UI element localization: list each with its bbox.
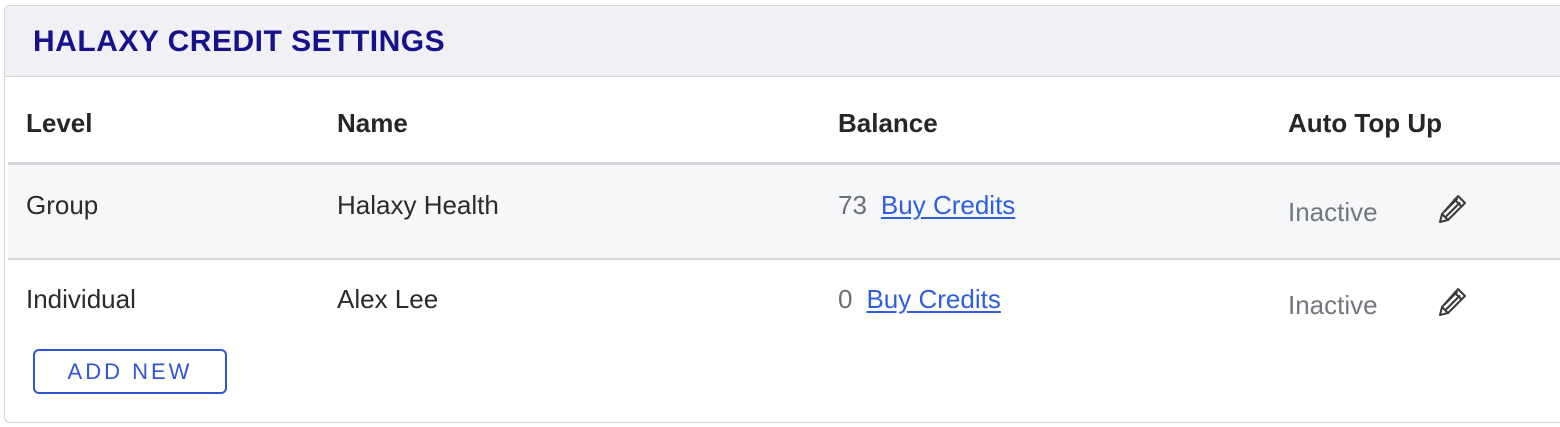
credit-settings-panel: HALAXY CREDIT SETTINGS Level Name Balanc…	[4, 5, 1560, 423]
column-header-name: Name	[337, 108, 408, 138]
pencil-icon[interactable]	[1434, 191, 1470, 227]
pencil-icon[interactable]	[1434, 284, 1470, 320]
auto-top-up-status: Inactive	[1288, 290, 1378, 320]
column-header-auto-top-up: Auto Top Up	[1288, 108, 1443, 138]
level-cell: Group	[26, 190, 99, 220]
table-row: Group Halaxy Health 73 Buy Credits Inacti…	[8, 165, 1560, 260]
column-header-level: Level	[26, 108, 93, 138]
balance-value: 0	[838, 284, 853, 314]
balance-cell: 0 Buy Credits	[838, 284, 1001, 315]
balance-value: 73	[838, 190, 867, 220]
balance-cell: 73 Buy Credits	[838, 190, 1015, 221]
buy-credits-link[interactable]: Buy Credits	[881, 190, 1015, 220]
table-row: Individual Alex Lee 0 Buy Credits Inactiv…	[8, 260, 1560, 353]
name-cell: Alex Lee	[337, 284, 439, 314]
table-header-row: Level Name Balance Auto Top Up	[8, 77, 1560, 165]
auto-top-up-status: Inactive	[1288, 197, 1378, 227]
panel-header: HALAXY CREDIT SETTINGS	[5, 6, 1560, 77]
add-new-button[interactable]: ADD NEW	[33, 349, 227, 394]
buy-credits-link[interactable]: Buy Credits	[866, 284, 1000, 314]
credit-table: Level Name Balance Auto Top Up Group Hal…	[8, 77, 1560, 353]
panel-title: HALAXY CREDIT SETTINGS	[33, 25, 446, 58]
column-header-balance: Balance	[838, 108, 938, 138]
level-cell: Individual	[26, 284, 136, 314]
name-cell: Halaxy Health	[337, 190, 499, 220]
